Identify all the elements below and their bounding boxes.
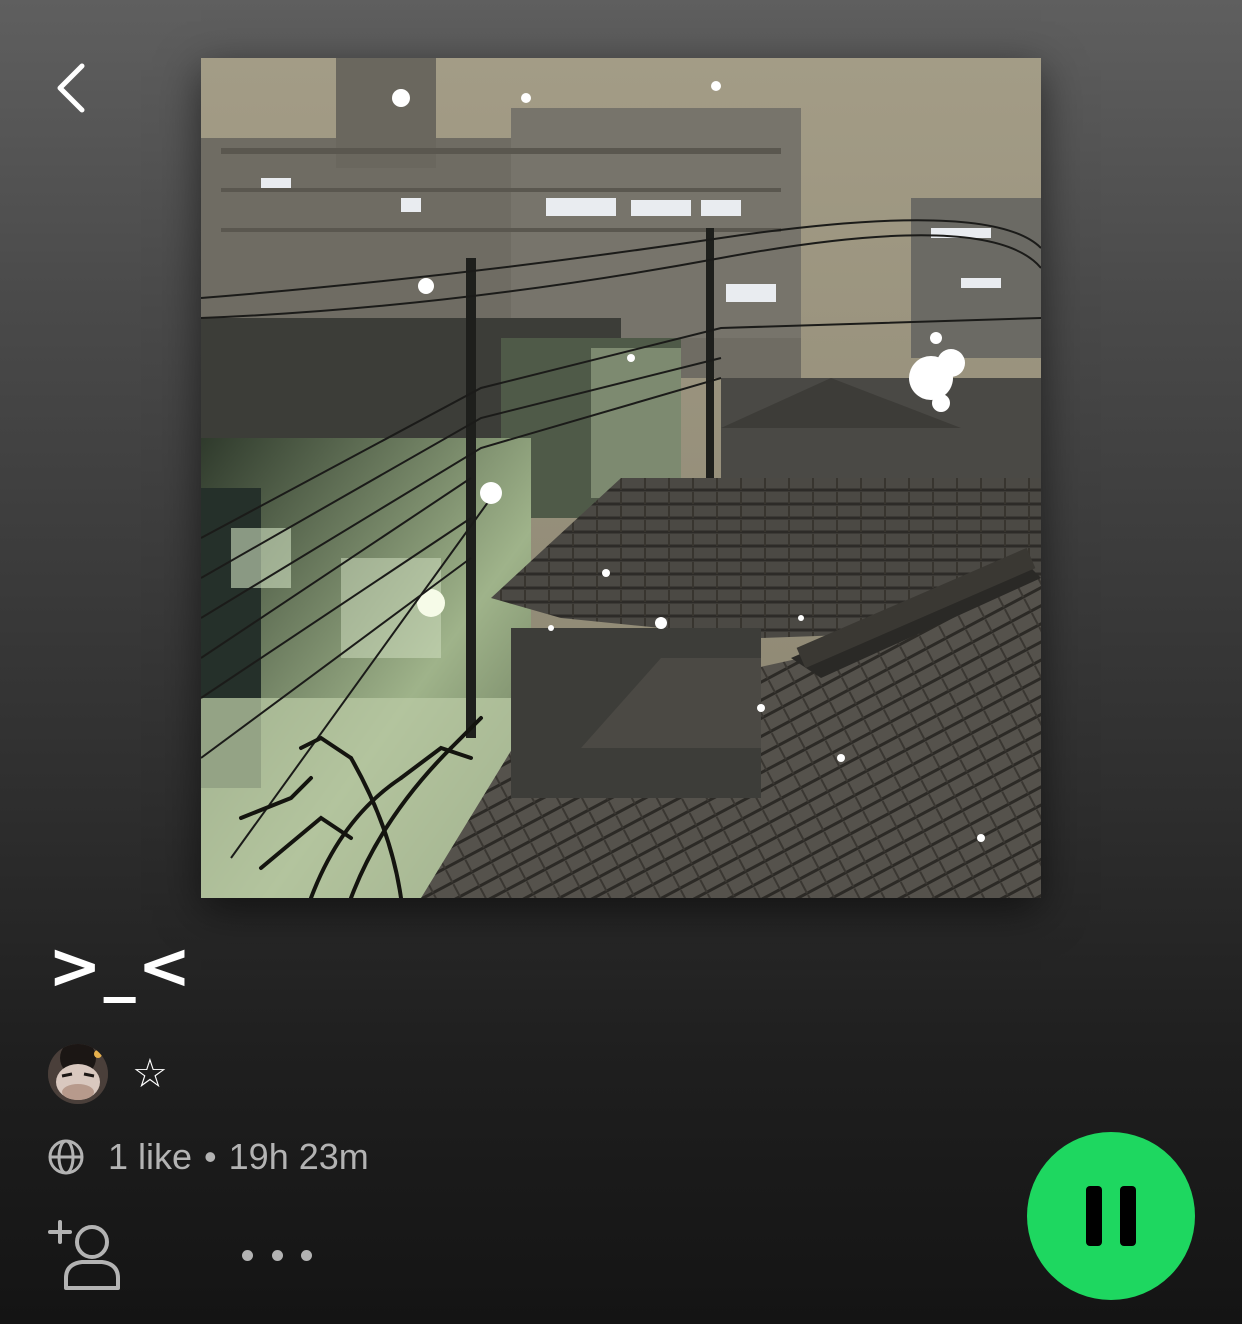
pause-icon bbox=[1086, 1186, 1136, 1246]
avatar[interactable] bbox=[48, 1044, 108, 1104]
total-duration: 19h 23m bbox=[228, 1136, 369, 1177]
add-collaborator-button[interactable] bbox=[46, 1218, 126, 1292]
more-options-icon bbox=[301, 1249, 312, 1261]
playlist-meta: 1 like • 19h 23m bbox=[46, 1136, 369, 1178]
likes-count: 1 like bbox=[108, 1136, 193, 1177]
playlist-owner[interactable]: ☆ bbox=[48, 1044, 168, 1104]
back-button[interactable] bbox=[40, 56, 104, 120]
globe-icon bbox=[48, 1139, 84, 1175]
playlist-cover-image bbox=[201, 58, 1041, 898]
more-options-button[interactable] bbox=[242, 1235, 312, 1275]
meta-separator: • bbox=[204, 1136, 217, 1177]
add-user-icon bbox=[48, 1220, 120, 1290]
actions-row bbox=[46, 1218, 312, 1292]
chevron-left-icon bbox=[57, 63, 85, 113]
owner-name[interactable]: ☆ bbox=[132, 1054, 168, 1094]
more-options-icon bbox=[271, 1249, 283, 1261]
playlist-title: >_< bbox=[48, 930, 194, 1004]
pause-button[interactable] bbox=[1027, 1132, 1195, 1300]
more-options-icon bbox=[242, 1249, 253, 1261]
